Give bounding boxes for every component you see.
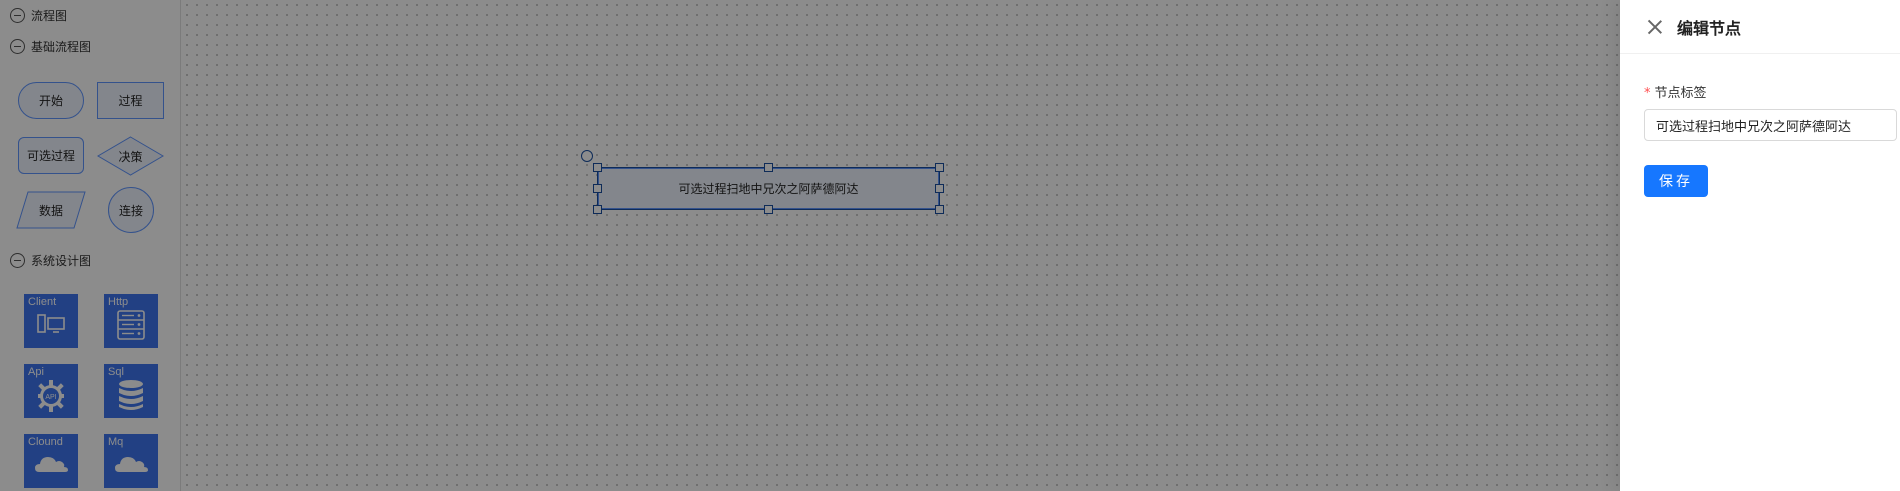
drawer-title: 编辑节点 (1677, 18, 1742, 38)
close-icon[interactable] (1647, 19, 1663, 35)
save-button[interactable]: 保存 (1644, 165, 1708, 197)
node-label-input[interactable] (1644, 109, 1897, 141)
drawer-header: 编辑节点 (1620, 0, 1900, 54)
required-mark: * (1644, 86, 1651, 101)
field-label: * 节点标签 (1644, 82, 1707, 101)
edit-node-drawer: 编辑节点 *节点标签 保存 (1620, 0, 1900, 491)
field-label-text: 节点标签 (1654, 86, 1707, 101)
drawer-mask[interactable] (0, 0, 1620, 491)
